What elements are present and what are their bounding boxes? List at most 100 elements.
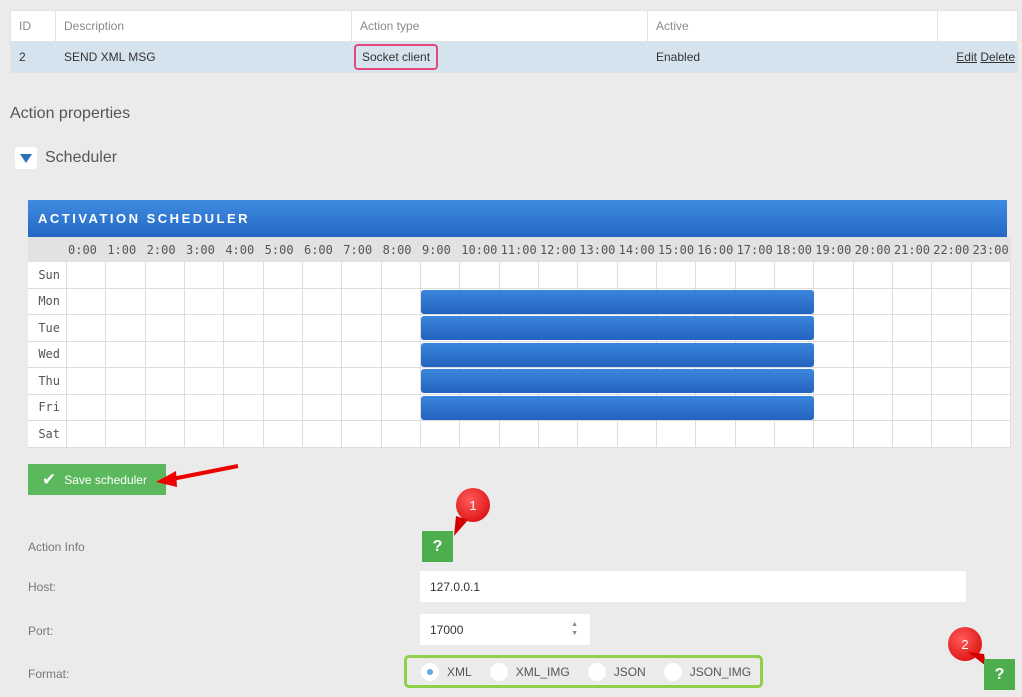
scheduler-grid[interactable]: 0:00 1:00 2:00 3:00 4:00 5:00 6:00 7:00 8:00 9:00… <box>28 237 1011 448</box>
schedule-slot[interactable] <box>106 262 146 289</box>
schedule-slot[interactable] <box>263 288 303 315</box>
active-time-bar[interactable] <box>420 316 815 340</box>
schedule-slot[interactable] <box>263 315 303 342</box>
schedule-slot[interactable] <box>145 262 185 289</box>
schedule-slot[interactable] <box>263 421 303 448</box>
schedule-slot[interactable] <box>892 288 933 315</box>
schedule-slot[interactable] <box>342 262 382 289</box>
schedule-slot[interactable] <box>578 421 618 448</box>
schedule-slot[interactable] <box>67 368 107 395</box>
schedule-slot[interactable] <box>971 394 1011 421</box>
table-row[interactable]: 2 SEND XML MSG Socket client Enabled Edi… <box>10 41 1018 73</box>
schedule-slot[interactable] <box>381 288 421 315</box>
schedule-slot[interactable] <box>381 394 421 421</box>
stepper-up-icon[interactable]: ▲ <box>571 620 578 629</box>
schedule-slot[interactable] <box>224 421 264 448</box>
schedule-slot[interactable] <box>342 421 382 448</box>
schedule-slot[interactable] <box>853 368 893 395</box>
schedule-slot[interactable] <box>892 341 933 368</box>
schedule-slot[interactable] <box>67 288 107 315</box>
schedule-slot[interactable] <box>656 262 697 289</box>
schedule-slot[interactable] <box>853 341 893 368</box>
schedule-slot[interactable] <box>971 315 1011 342</box>
schedule-slot[interactable] <box>932 341 972 368</box>
schedule-slot[interactable] <box>420 421 461 448</box>
schedule-slot[interactable] <box>184 341 225 368</box>
schedule-slot[interactable] <box>184 315 225 342</box>
schedule-slot[interactable] <box>224 288 264 315</box>
scheduler-toggle[interactable]: Scheduler <box>15 147 117 169</box>
schedule-slot[interactable] <box>145 421 185 448</box>
schedule-slot[interactable] <box>932 315 972 342</box>
schedule-slot[interactable] <box>224 341 264 368</box>
schedule-slot[interactable] <box>342 288 382 315</box>
schedule-slot[interactable] <box>263 368 303 395</box>
schedule-slot[interactable] <box>971 421 1011 448</box>
active-time-bar[interactable] <box>420 369 815 393</box>
schedule-slot[interactable] <box>735 421 775 448</box>
schedule-slot[interactable] <box>971 368 1011 395</box>
schedule-slot[interactable] <box>617 262 657 289</box>
schedule-slot[interactable] <box>971 262 1011 289</box>
schedule-slot[interactable] <box>184 394 225 421</box>
schedule-slot[interactable] <box>106 315 146 342</box>
schedule-slot[interactable] <box>499 421 539 448</box>
host-input[interactable] <box>420 571 966 602</box>
schedule-slot[interactable] <box>460 262 500 289</box>
schedule-slot[interactable] <box>538 421 579 448</box>
format-option-xml-img[interactable]: XML_IMG <box>489 662 570 681</box>
schedule-slot[interactable] <box>302 315 343 342</box>
schedule-slot[interactable] <box>224 394 264 421</box>
schedule-slot[interactable] <box>381 421 421 448</box>
schedule-slot[interactable] <box>381 315 421 342</box>
schedule-slot[interactable] <box>302 394 343 421</box>
schedule-slot[interactable] <box>814 262 854 289</box>
schedule-slot[interactable] <box>184 262 225 289</box>
schedule-slot[interactable] <box>853 394 893 421</box>
schedule-slot[interactable] <box>302 368 343 395</box>
schedule-slot[interactable] <box>106 368 146 395</box>
schedule-slot[interactable] <box>814 394 854 421</box>
schedule-slot[interactable] <box>145 288 185 315</box>
schedule-slot[interactable] <box>106 288 146 315</box>
format-option-xml[interactable]: XML <box>421 662 472 681</box>
active-time-bar[interactable] <box>420 342 815 367</box>
schedule-slot[interactable] <box>342 368 382 395</box>
format-help-button[interactable]: ? <box>984 659 1015 690</box>
active-time-bar[interactable] <box>420 289 815 314</box>
radio-unchecked-icon[interactable] <box>587 662 606 681</box>
schedule-slot[interactable] <box>538 262 579 289</box>
schedule-slot[interactable] <box>460 421 500 448</box>
schedule-slot[interactable] <box>892 394 933 421</box>
schedule-slot[interactable] <box>971 288 1011 315</box>
schedule-slot[interactable] <box>224 315 264 342</box>
schedule-slot[interactable] <box>696 262 736 289</box>
schedule-slot[interactable] <box>145 315 185 342</box>
format-option-json[interactable]: JSON <box>587 662 646 681</box>
schedule-slot[interactable] <box>853 288 893 315</box>
schedule-slot[interactable] <box>106 421 146 448</box>
schedule-slot[interactable] <box>814 315 854 342</box>
schedule-slot[interactable] <box>67 394 107 421</box>
radio-checked-icon[interactable] <box>421 662 439 681</box>
schedule-slot[interactable] <box>145 368 185 395</box>
schedule-slot[interactable] <box>892 262 933 289</box>
schedule-slot[interactable] <box>224 368 264 395</box>
schedule-slot[interactable] <box>342 341 382 368</box>
schedule-slot[interactable] <box>184 421 225 448</box>
schedule-slot[interactable] <box>932 421 972 448</box>
schedule-slot[interactable] <box>106 341 146 368</box>
schedule-slot[interactable] <box>971 341 1011 368</box>
schedule-slot[interactable] <box>381 262 421 289</box>
schedule-slot[interactable] <box>420 262 461 289</box>
stepper-down-icon[interactable]: ▼ <box>571 629 578 638</box>
active-time-bar[interactable] <box>420 395 815 420</box>
schedule-slot[interactable] <box>853 421 893 448</box>
schedule-slot[interactable] <box>735 262 775 289</box>
radio-unchecked-icon[interactable] <box>663 662 682 681</box>
schedule-slot[interactable] <box>145 394 185 421</box>
radio-unchecked-icon[interactable] <box>489 662 508 681</box>
schedule-slot[interactable] <box>184 368 225 395</box>
schedule-slot[interactable] <box>814 368 854 395</box>
schedule-slot[interactable] <box>302 341 343 368</box>
